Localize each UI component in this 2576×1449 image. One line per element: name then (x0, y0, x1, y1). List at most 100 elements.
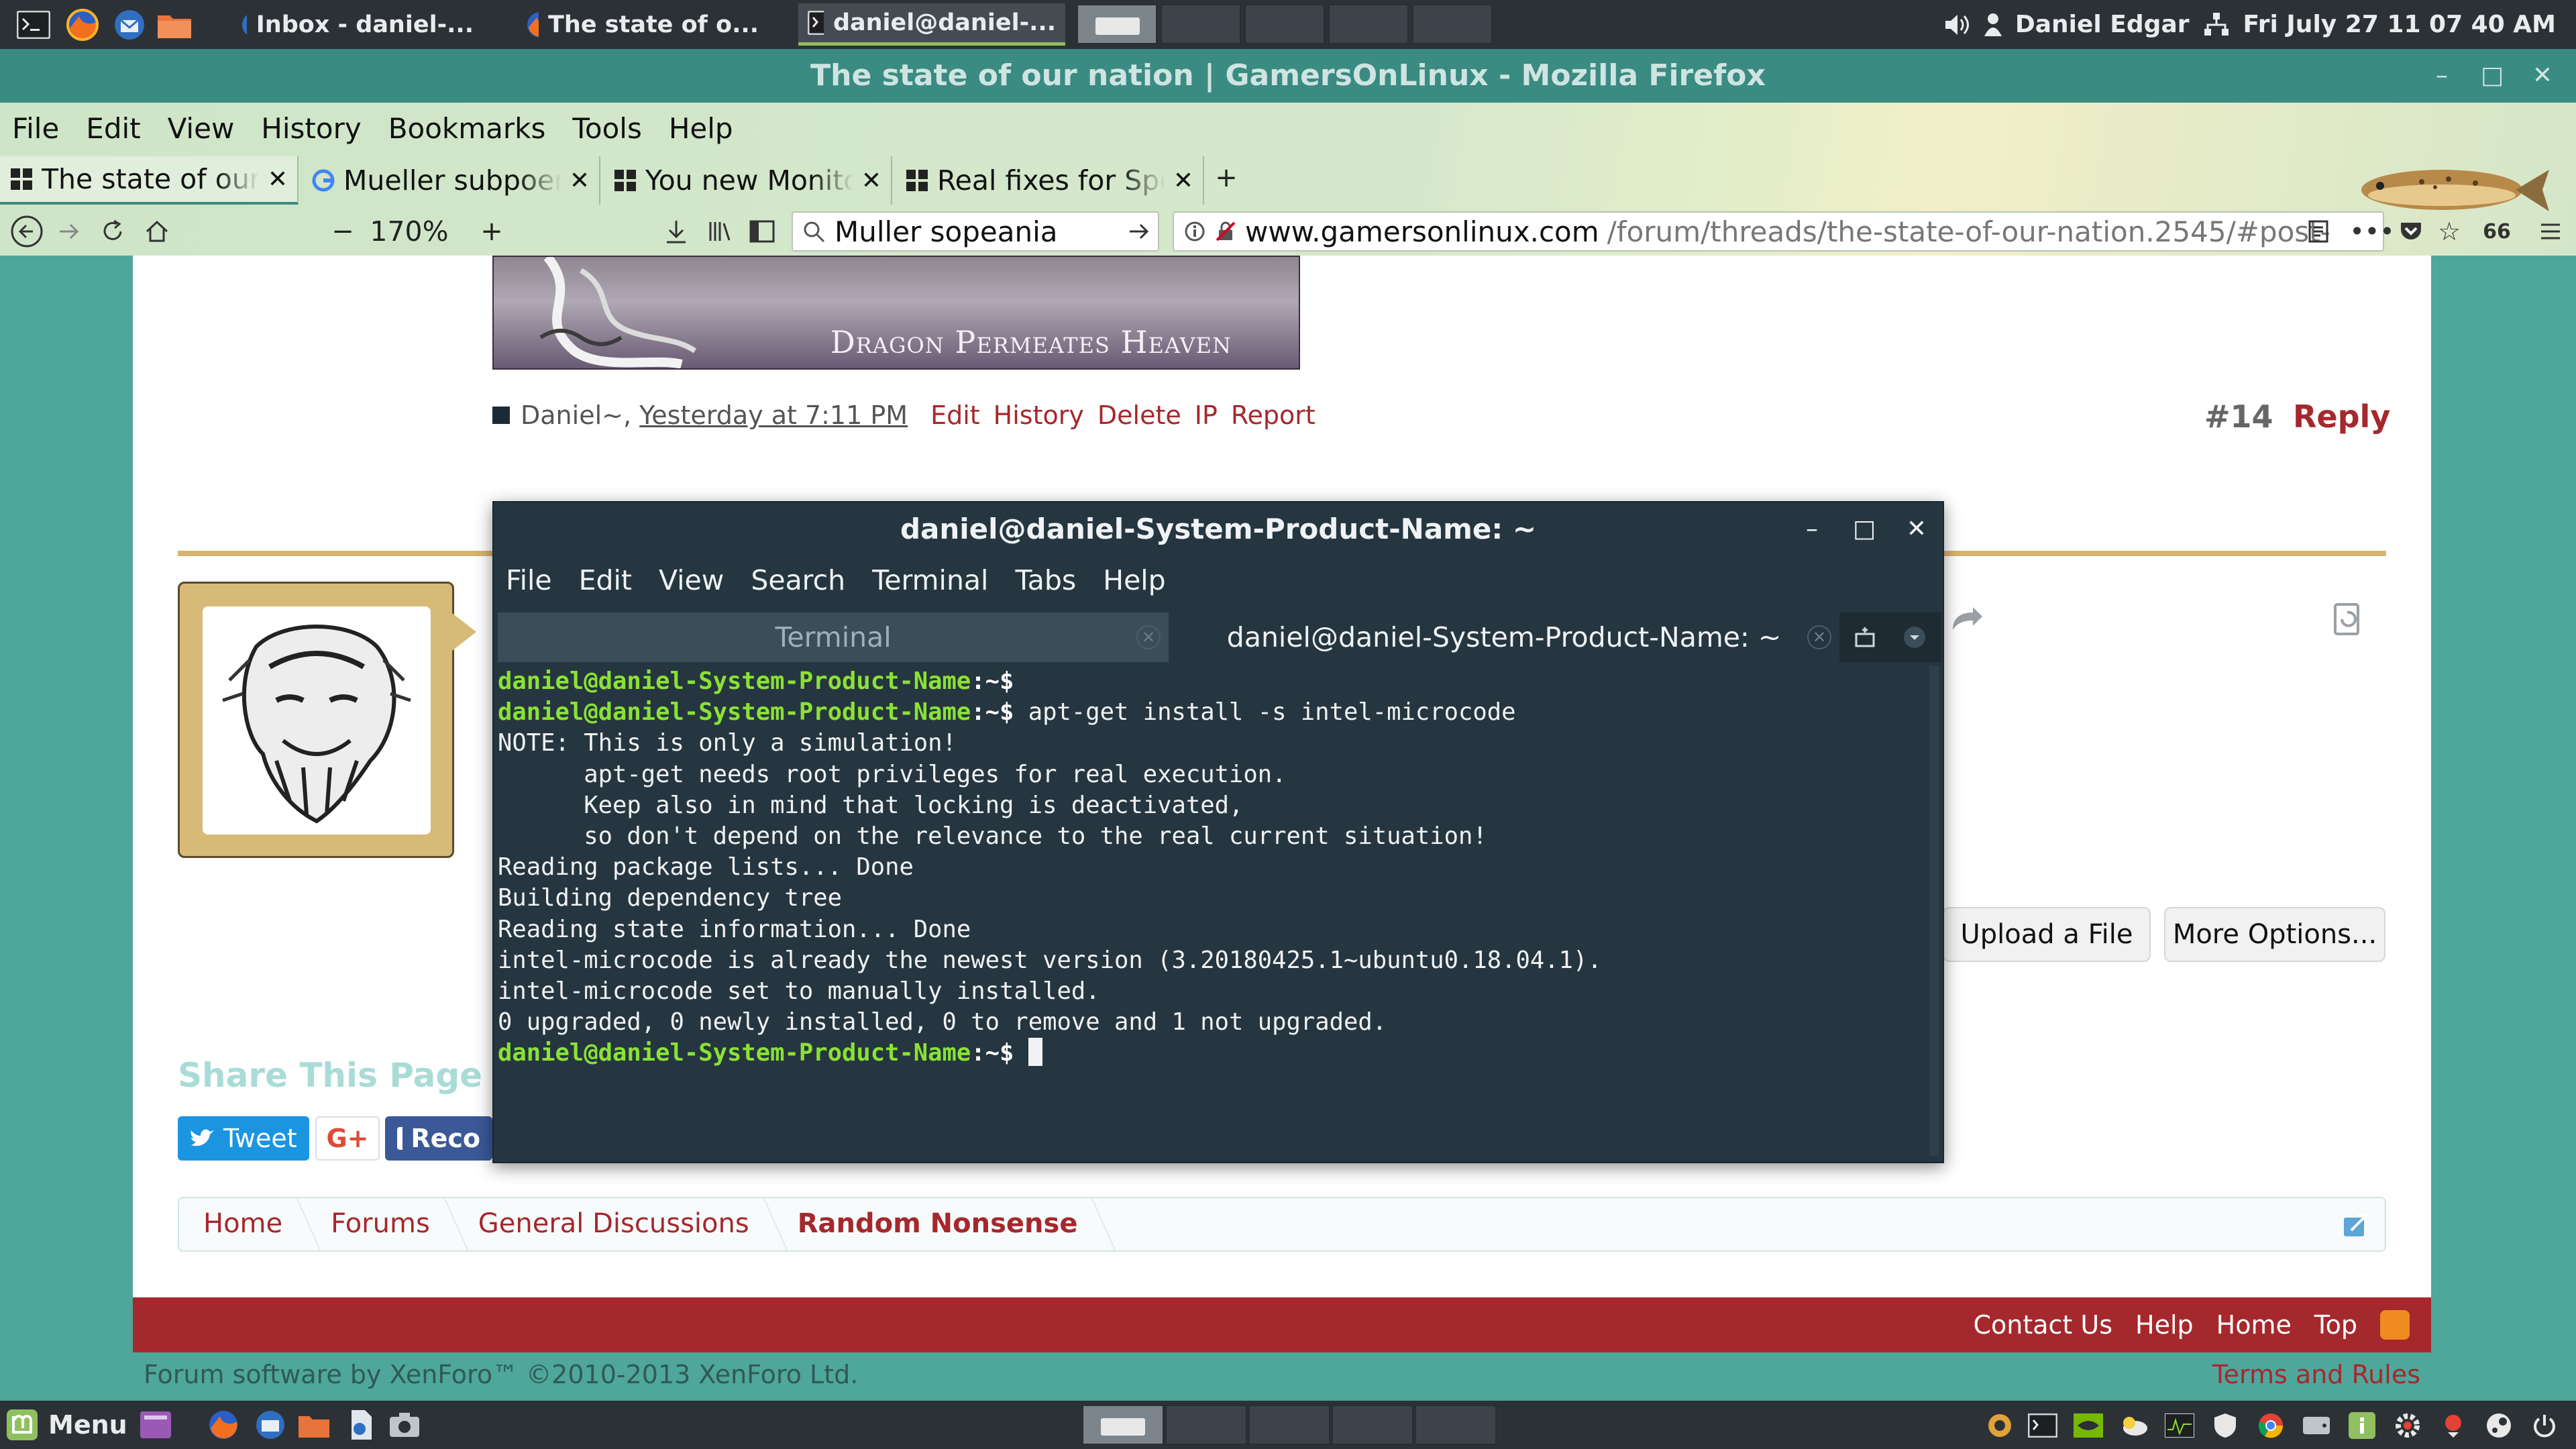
more-options-button[interactable]: More Options... (2164, 907, 2385, 962)
workspace-4[interactable] (1332, 1405, 1413, 1445)
search-input[interactable]: Muller sopeania (835, 215, 1058, 248)
workspace-3[interactable] (1244, 4, 1325, 44)
task-terminal[interactable]: daniel@daniel-... (798, 3, 1065, 46)
tray-disk-icon[interactable] (2301, 1410, 2332, 1441)
tray-update-icon[interactable] (2438, 1410, 2469, 1441)
libreoffice-launcher[interactable] (342, 1406, 380, 1444)
footer-contact-link[interactable]: Contact Us (1973, 1310, 2112, 1340)
new-tab-button[interactable]: + (1208, 159, 1245, 197)
tray-terminal-icon[interactable] (2027, 1410, 2058, 1441)
workspace-1[interactable] (1082, 1405, 1164, 1445)
tray-system-monitor-icon[interactable] (2164, 1410, 2195, 1441)
volume-icon[interactable] (1943, 13, 1971, 37)
menu-edit[interactable]: Edit (86, 112, 140, 145)
breadcrumb-random-nonsense[interactable]: Random Nonsense (773, 1197, 1102, 1252)
terminal-close-button[interactable]: ✕ (1890, 502, 1943, 556)
workspace-1[interactable] (1077, 4, 1157, 44)
library-button[interactable] (701, 213, 739, 250)
menu-view[interactable]: View (168, 112, 235, 145)
downloads-button[interactable] (657, 213, 695, 250)
new-terminal-tab-button[interactable] (1842, 612, 1888, 662)
network-icon[interactable] (2202, 11, 2231, 38)
menu-tools[interactable]: Tools (572, 112, 641, 145)
terminal-minimize-button[interactable]: – (1786, 502, 1838, 556)
breadcrumb-general-discussions[interactable]: General Discussions (454, 1197, 773, 1252)
search-bar[interactable]: Muller sopeania (792, 211, 1159, 252)
close-button[interactable]: ✕ (2519, 49, 2566, 103)
menu-history[interactable]: History (261, 112, 361, 145)
jump-to-icon[interactable] (2342, 1213, 2369, 1238)
screenshot-launcher[interactable] (386, 1406, 423, 1444)
thunderbird-launcher[interactable] (111, 7, 148, 43)
menu-bookmarks[interactable]: Bookmarks (388, 112, 546, 145)
task-firefox[interactable]: The state of o... (517, 3, 768, 46)
close-tab-icon[interactable]: ✕ (570, 167, 590, 195)
show-desktop-button[interactable] (137, 1406, 174, 1444)
workspace-4[interactable] (1328, 4, 1409, 44)
post-ip-link[interactable]: IP (1195, 400, 1218, 430)
tab-state-of-nation[interactable]: The state of our nation ✕ (0, 156, 299, 205)
workspace-5[interactable] (1415, 1405, 1497, 1445)
post-number[interactable]: #14 (2204, 398, 2273, 435)
post-author[interactable]: Daniel~, Yesterday at 7:11 PM (521, 400, 908, 430)
post-report-link[interactable]: Report (1231, 400, 1316, 430)
home-button[interactable] (138, 213, 176, 250)
terminal-tab-2[interactable]: daniel@daniel-System-Product-Name: ~ ✕ (1169, 612, 1839, 662)
google-plus-button[interactable]: G+ (315, 1116, 380, 1161)
post-edit-link[interactable]: Edit (930, 400, 980, 430)
terminal-menu-file[interactable]: File (506, 564, 552, 596)
zoom-level[interactable]: 170% (362, 213, 456, 250)
post-select-checkbox[interactable] (492, 407, 510, 424)
terminal-menu-view[interactable]: View (659, 564, 724, 596)
close-tab-icon[interactable]: ✕ (861, 167, 881, 195)
workspace-2[interactable] (1161, 4, 1241, 44)
sidebar-button[interactable] (743, 213, 781, 250)
task-thunderbird[interactable]: Inbox - daniel-... (231, 3, 483, 46)
terminal-menu-search[interactable]: Search (751, 564, 845, 596)
terms-link[interactable]: Terms and Rules (2212, 1360, 2420, 1389)
files-launcher-bottom[interactable] (295, 1406, 333, 1444)
terminal-menu-edit[interactable]: Edit (579, 564, 632, 596)
terminal-tab-1[interactable]: Terminal ✕ (498, 612, 1169, 662)
back-button[interactable] (8, 213, 46, 250)
avatar[interactable] (178, 582, 476, 858)
forward-button[interactable] (50, 213, 88, 250)
redo-icon[interactable] (1949, 604, 1984, 634)
tab-spectre[interactable]: Real fixes for Spectre ✕ (896, 156, 1204, 205)
tweet-button[interactable]: Tweet (178, 1116, 309, 1161)
terminal-window[interactable]: daniel@daniel-System-Product-Name: ~ – □… (492, 501, 1944, 1163)
firefox-launcher[interactable] (64, 7, 101, 43)
page-actions-button[interactable]: ••• (2349, 213, 2394, 250)
thunderbird-launcher-bottom[interactable] (252, 1406, 289, 1444)
tray-settings-icon[interactable] (2392, 1410, 2423, 1441)
zoom-in-button[interactable]: + (473, 213, 511, 250)
post-time[interactable]: Yesterday at 7:11 PM (639, 400, 908, 430)
tray-weather-icon[interactable] (2118, 1410, 2149, 1441)
terminal-maximize-button[interactable]: □ (1838, 502, 1890, 556)
open-menu-button[interactable] (2533, 213, 2568, 250)
tab-monitor[interactable]: You new Monitor ✕ (604, 156, 892, 205)
workspace-5[interactable] (1412, 4, 1493, 44)
tray-record-icon[interactable] (1984, 1410, 2015, 1441)
terminal-tab-dropdown[interactable] (1892, 612, 1937, 662)
terminal-menu-help[interactable]: Help (1103, 564, 1165, 596)
draft-restore-icon[interactable] (2331, 599, 2365, 638)
close-tab-icon[interactable]: ✕ (268, 166, 288, 193)
tray-nvidia-icon[interactable] (2073, 1410, 2104, 1441)
breadcrumb-forums[interactable]: Forums (307, 1197, 454, 1252)
tray-steam-icon[interactable] (2483, 1410, 2514, 1441)
close-tab-icon[interactable]: ✕ (1173, 167, 1193, 195)
insecure-lock-icon[interactable] (1214, 220, 1237, 243)
url-bar[interactable]: www.gamersonlinux.com/forum/threads/the-… (1173, 211, 2384, 252)
reload-button[interactable] (94, 213, 131, 250)
terminal-menu-terminal[interactable]: Terminal (872, 564, 988, 596)
post-delete-link[interactable]: Delete (1097, 400, 1181, 430)
footer-home-link[interactable]: Home (2216, 1310, 2292, 1340)
close-tab-icon[interactable]: ✕ (1136, 625, 1161, 649)
start-menu-button[interactable]: Menu (5, 1405, 127, 1445)
tray-info-icon[interactable] (2347, 1410, 2377, 1441)
post-history-link[interactable]: History (994, 400, 1084, 430)
terminal-title-bar[interactable]: daniel@daniel-System-Product-Name: ~ – □… (494, 502, 1943, 556)
bookmark-star-button[interactable]: ☆ (2432, 213, 2467, 250)
menu-help[interactable]: Help (669, 112, 733, 145)
